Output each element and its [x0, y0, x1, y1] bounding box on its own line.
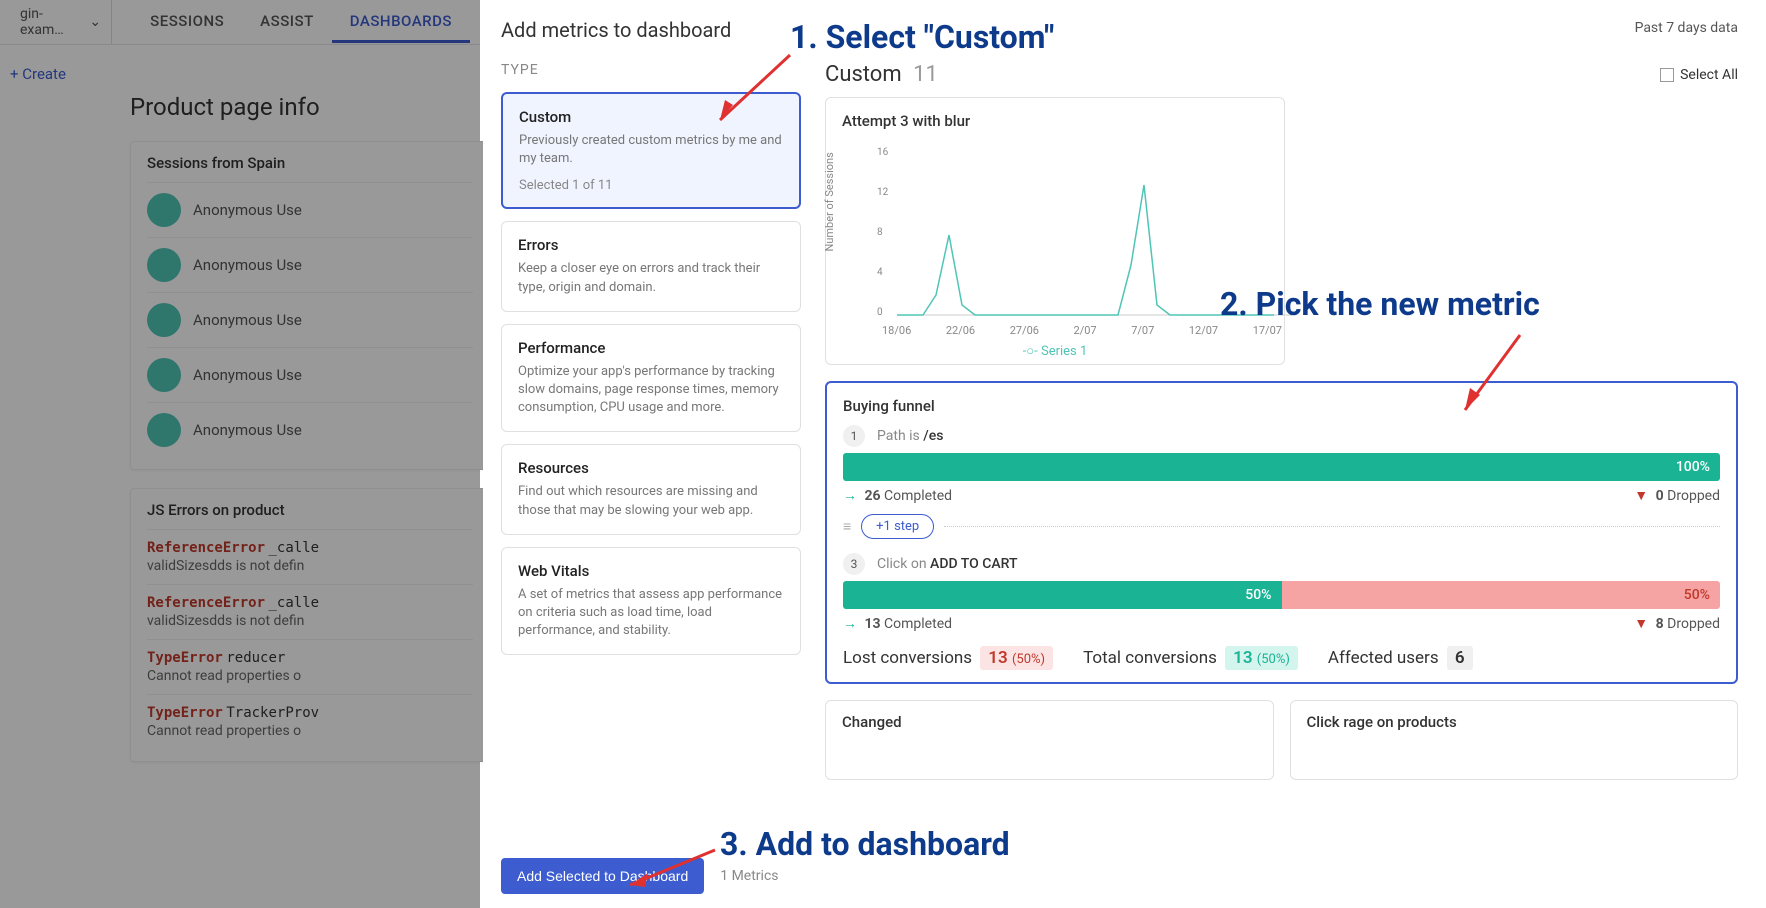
- chart-legend: -○- Series 1: [842, 343, 1268, 359]
- caret-down-icon: ▼: [1634, 616, 1648, 632]
- list-item[interactable]: Anonymous Use: [147, 402, 473, 457]
- bg-header-bar: gin-exam… ⌄ SESSIONS ASSIST DASHBOARDS: [0, 0, 480, 45]
- error-row[interactable]: ReferenceError _callevalidSizesdds is no…: [147, 584, 473, 639]
- type-desc: Keep a closer eye on errors and track th…: [518, 260, 784, 296]
- arrow-right-icon: →: [843, 616, 857, 632]
- card-title: Sessions from Spain: [147, 154, 473, 172]
- user-name: Anonymous Use: [193, 421, 302, 439]
- annotation-2: 2. Pick the new metric: [1220, 285, 1540, 323]
- chevron-down-icon: ⌄: [89, 14, 101, 30]
- chart-title: Attempt 3 with blur: [842, 112, 1268, 130]
- type-desc: A set of metrics that assess app perform…: [518, 586, 784, 641]
- funnel-bar-red: 50%: [1282, 581, 1721, 609]
- metric-card-attempt3[interactable]: Attempt 3 with blur Number of Sessions 1…: [825, 97, 1285, 365]
- step-number: 1: [843, 425, 865, 447]
- type-card-performance[interactable]: Performance Optimize your app's performa…: [501, 324, 801, 433]
- avatar: [147, 193, 181, 227]
- card-title: JS Errors on product: [147, 501, 473, 519]
- svg-text:4: 4: [877, 267, 883, 278]
- annotation-1: 1. Select "Custom": [790, 18, 1054, 56]
- metrics-column: Custom 11 Select All Attempt 3 with blur…: [825, 62, 1738, 852]
- type-card-resources[interactable]: Resources Find out which resources are m…: [501, 444, 801, 534]
- type-name: Performance: [518, 339, 784, 357]
- step-number: 3: [843, 553, 865, 575]
- svg-text:8: 8: [877, 227, 883, 238]
- user-name: Anonymous Use: [193, 201, 302, 219]
- funnel-bar-green: 100%: [843, 453, 1720, 481]
- funnel-bar-green: 50%: [843, 581, 1282, 609]
- error-row[interactable]: TypeError TrackerProvCannot read propert…: [147, 694, 473, 749]
- avatar: [147, 303, 181, 337]
- list-item[interactable]: Anonymous Use: [147, 347, 473, 402]
- type-column: TYPE Custom Previously created custom me…: [501, 62, 801, 852]
- metric-card-changed[interactable]: Changed: [825, 700, 1274, 780]
- funnel-step-3: 3 Click on ADD TO CART 50% 50% → 13 Comp…: [843, 553, 1720, 632]
- add-metrics-modal: Add metrics to dashboard Past 7 days dat…: [483, 0, 1766, 908]
- drag-handle-icon[interactable]: ≡: [843, 518, 851, 535]
- checkbox-icon: [1660, 68, 1674, 82]
- arrow-icon: [620, 845, 720, 895]
- card-title: Changed: [842, 713, 1257, 731]
- type-desc: Find out which resources are missing and…: [518, 483, 784, 519]
- svg-text:0: 0: [877, 307, 883, 318]
- create-button[interactable]: + Create: [10, 65, 480, 83]
- type-name: Web Vitals: [518, 562, 784, 580]
- tab-dashboards[interactable]: DASHBOARDS: [332, 2, 470, 43]
- type-name: Errors: [518, 236, 784, 254]
- type-desc: Optimize your app's performance by track…: [518, 363, 784, 418]
- list-item[interactable]: Anonymous Use: [147, 182, 473, 237]
- list-item[interactable]: Anonymous Use: [147, 237, 473, 292]
- time-range-label: Past 7 days data: [1635, 20, 1738, 36]
- svg-text:12: 12: [877, 187, 889, 198]
- page-title: Product page info: [130, 93, 480, 121]
- funnel-summary: Lost conversions 13 (50%) Total conversi…: [843, 648, 1720, 668]
- card-sessions-spain: Sessions from Spain Anonymous Use Anonym…: [130, 141, 490, 470]
- avatar: [147, 413, 181, 447]
- funnel-title: Buying funnel: [843, 397, 1720, 415]
- modal-title: Add metrics to dashboard: [501, 18, 1738, 42]
- user-name: Anonymous Use: [193, 256, 302, 274]
- user-name: Anonymous Use: [193, 366, 302, 384]
- avatar: [147, 248, 181, 282]
- select-all-checkbox[interactable]: Select All: [1660, 67, 1738, 83]
- add-step-button[interactable]: +1 step: [861, 514, 934, 539]
- arrow-right-icon: →: [843, 488, 857, 504]
- arrow-icon: [1450, 330, 1530, 420]
- annotation-3: 3. Add to dashboard: [720, 825, 1010, 863]
- type-name: Resources: [518, 459, 784, 477]
- card-title: Click rage on products: [1307, 713, 1722, 731]
- type-selected-count: Selected 1 of 11: [519, 178, 783, 193]
- error-row[interactable]: TypeError reducerCannot read properties …: [147, 639, 473, 694]
- tab-sessions[interactable]: SESSIONS: [132, 2, 242, 43]
- metrics-group-title: Custom 11: [825, 62, 938, 87]
- funnel-step-1: 1 Path is /es 100% → 26 Completed ▼ 0 Dr…: [843, 425, 1720, 504]
- card-js-errors: JS Errors on product ReferenceError _cal…: [130, 488, 490, 762]
- background-dashboard: gin-exam… ⌄ SESSIONS ASSIST DASHBOARDS +…: [0, 0, 480, 908]
- footer-metrics-count: 1 Metrics: [720, 868, 778, 884]
- arrow-icon: [705, 50, 795, 130]
- type-desc: Previously created custom metrics by me …: [519, 132, 783, 168]
- chart-y-axis-label: Number of Sessions: [823, 152, 836, 251]
- caret-down-icon: ▼: [1634, 488, 1648, 504]
- user-name: Anonymous Use: [193, 311, 302, 329]
- avatar: [147, 358, 181, 392]
- chart-x-ticks: 18/0622/0627/062/077/0712/0717/07: [882, 324, 1282, 337]
- type-card-errors[interactable]: Errors Keep a closer eye on errors and t…: [501, 221, 801, 311]
- metric-card-click-rage[interactable]: Click rage on products: [1290, 700, 1739, 780]
- project-selector[interactable]: gin-exam… ⌄: [10, 0, 112, 44]
- type-card-webvitals[interactable]: Web Vitals A set of metrics that assess …: [501, 547, 801, 656]
- tab-assist[interactable]: ASSIST: [242, 2, 332, 43]
- list-item[interactable]: Anonymous Use: [147, 292, 473, 347]
- metric-card-buying-funnel[interactable]: Buying funnel 1 Path is /es 100% → 26 Co…: [825, 381, 1738, 684]
- svg-text:16: 16: [877, 147, 889, 158]
- error-row[interactable]: ReferenceError _callevalidSizesdds is no…: [147, 529, 473, 584]
